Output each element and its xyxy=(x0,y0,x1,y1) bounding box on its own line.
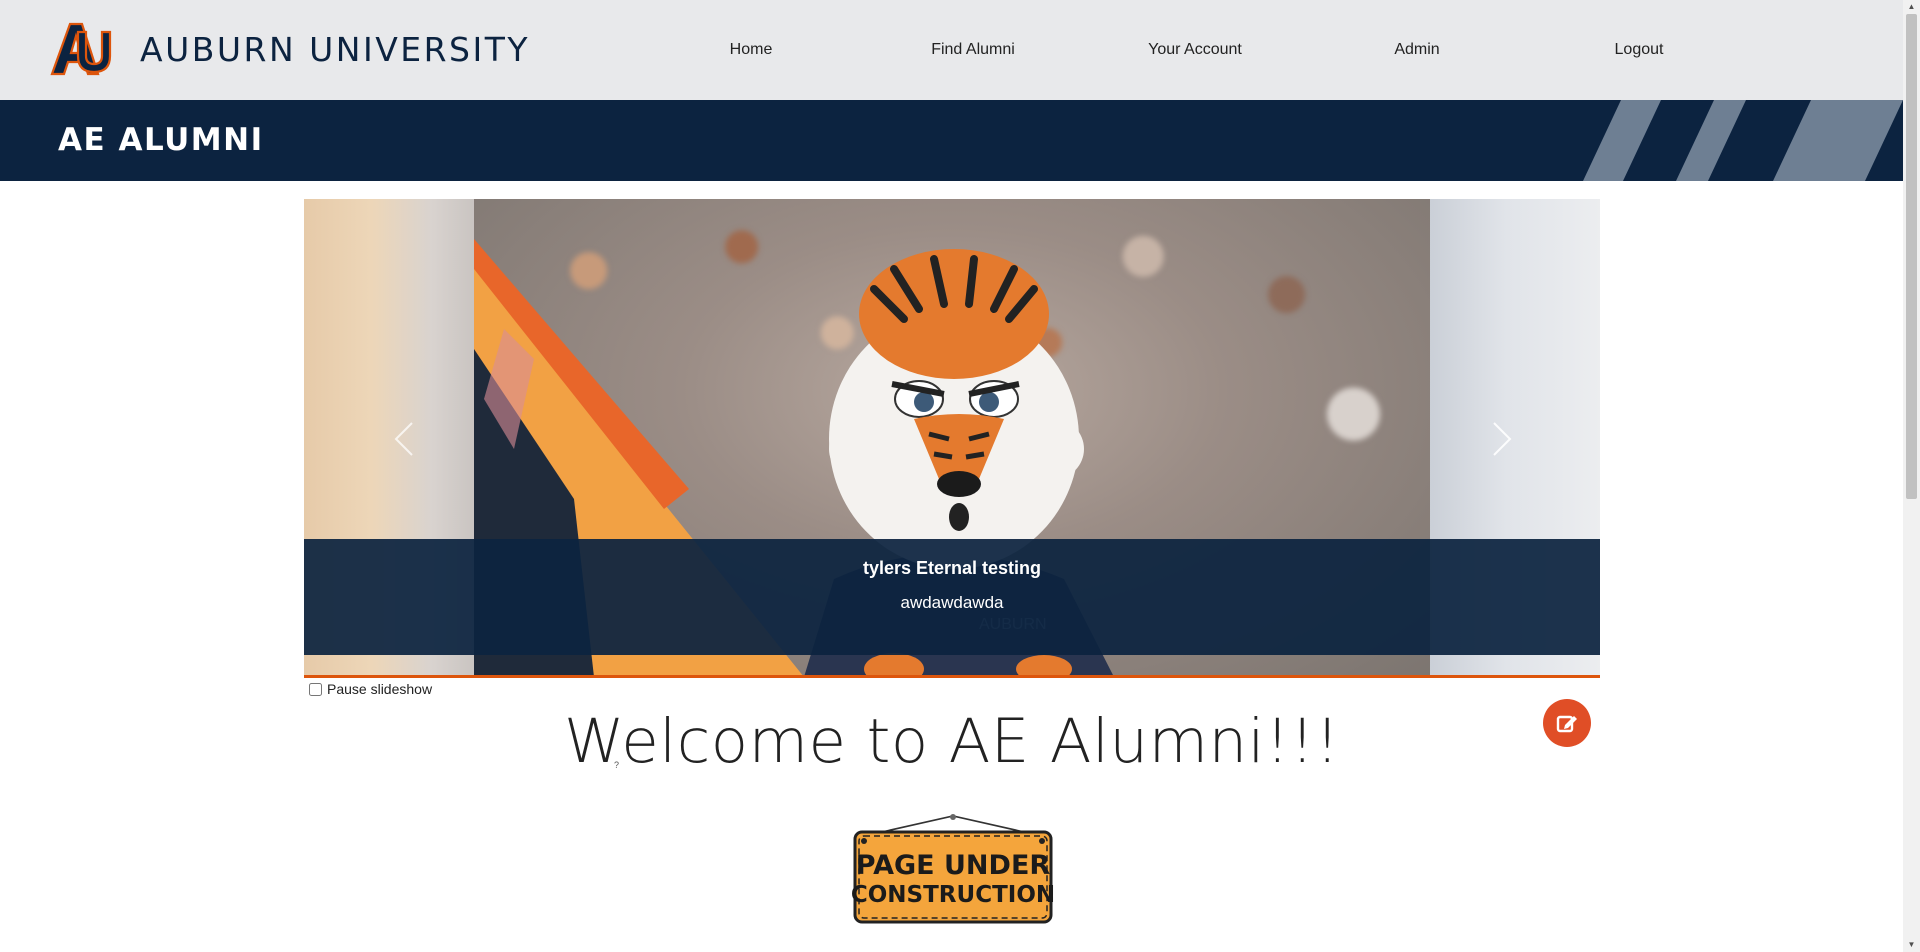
au-logo-icon xyxy=(50,22,112,76)
nav-admin[interactable]: Admin xyxy=(1306,0,1528,100)
nav-your-account[interactable]: Your Account xyxy=(1084,0,1306,100)
page-heading: Welcome to AE Alumni!!! xyxy=(564,706,1340,777)
slide-caption-title: tylers Eternal testing xyxy=(862,558,1042,578)
scroll-up-arrow-icon[interactable]: ▲ xyxy=(1906,1,1917,13)
chevron-right-icon[interactable] xyxy=(1490,419,1514,459)
sign-line-2: CONSTRUCTION xyxy=(851,882,1055,908)
site-header: AUBURN UNIVERSITY Home Find Alumni Your … xyxy=(0,0,1903,100)
main-nav: Home Find Alumni Your Account Admin Logo… xyxy=(640,0,1750,100)
under-construction-sign: PAGE UNDER CONSTRUCTION xyxy=(851,814,1055,924)
sign-line-1: PAGE UNDER xyxy=(856,850,1051,881)
pause-slideshow-label: Pause slideshow xyxy=(327,681,433,697)
scroll-down-arrow-icon[interactable]: ▼ xyxy=(1906,939,1917,951)
slide-caption: tylers Eternal testing awdawdawda xyxy=(304,539,1600,655)
pause-slideshow-control[interactable]: Pause slideshow xyxy=(309,681,432,697)
nav-logout[interactable]: Logout xyxy=(1528,0,1750,100)
image-carousel: AUBURN tylers Eternal testing awd xyxy=(304,199,1600,677)
slide-caption-subtitle: awdawdawda xyxy=(900,593,1004,612)
university-name: AUBURN UNIVERSITY xyxy=(140,29,531,69)
chevron-left-icon[interactable] xyxy=(392,419,416,459)
site-title: AE ALUMNI xyxy=(58,122,264,158)
nav-find-alumni[interactable]: Find Alumni xyxy=(862,0,1084,100)
university-logo[interactable]: AUBURN UNIVERSITY xyxy=(48,18,530,80)
help-mark: ? xyxy=(614,760,620,770)
nav-home[interactable]: Home xyxy=(640,0,862,100)
site-title-band: AE ALUMNI xyxy=(0,100,1903,181)
carousel-accent-line xyxy=(304,675,1600,678)
scrollbar-thumb[interactable] xyxy=(1906,14,1917,499)
decorative-stripes xyxy=(1583,100,1903,181)
pause-slideshow-checkbox[interactable] xyxy=(309,682,322,696)
